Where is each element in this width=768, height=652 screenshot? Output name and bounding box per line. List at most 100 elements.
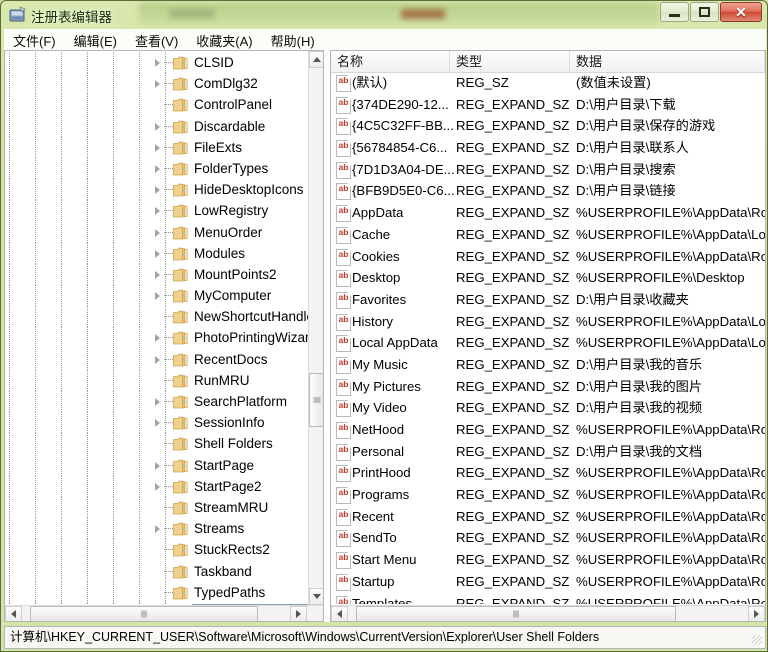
- tree-item[interactable]: RecentDocs: [5, 348, 308, 370]
- tree-item[interactable]: LowRegistry: [5, 200, 308, 222]
- expand-arrow-icon[interactable]: [155, 292, 160, 301]
- list-scroll-left-button[interactable]: [331, 606, 348, 621]
- tree-item[interactable]: Taskband: [5, 560, 308, 582]
- value-data: %USERPROFILE%\AppData\Roa: [576, 205, 765, 221]
- table-row[interactable]: My Music REG_EXPAND_SZ D:\用户目录\我的音乐: [331, 354, 765, 376]
- expand-arrow-icon[interactable]: [155, 122, 160, 131]
- expand-arrow-icon[interactable]: [155, 419, 160, 428]
- table-row[interactable]: Templates REG_EXPAND_SZ %USERPROFILE%\AppD…: [331, 593, 765, 604]
- expand-arrow-icon[interactable]: [155, 270, 160, 279]
- list-hscrollbar-thumb[interactable]: [356, 606, 676, 621]
- table-row[interactable]: History REG_EXPAND_SZ %USERPROFILE%\AppDat…: [331, 311, 765, 333]
- value-data: D:\用户目录\我的图片: [576, 378, 703, 394]
- tree-item[interactable]: HideDesktopIcons: [5, 179, 308, 201]
- tree-horizontal-scrollbar[interactable]: [5, 605, 323, 621]
- maximize-button[interactable]: [690, 2, 719, 22]
- table-row[interactable]: Local AppData REG_EXPAND_SZ %USERPROFILE%\…: [331, 332, 765, 354]
- tree-item[interactable]: SearchPlatform: [5, 391, 308, 413]
- table-row[interactable]: Programs REG_EXPAND_SZ %USERPROFILE%\AppDa…: [331, 484, 765, 506]
- expand-arrow-icon[interactable]: [155, 228, 160, 237]
- table-row[interactable]: {7D1D3A04-DE...REG_EXPAND_SZ D:\用户目录\搜索: [331, 159, 765, 181]
- tree-item[interactable]: StartPage2: [5, 475, 308, 497]
- tree-item[interactable]: MountPoints2: [5, 263, 308, 286]
- table-row[interactable]: Cookies REG_EXPAND_SZ %USERPROFILE%\AppDat…: [331, 246, 765, 268]
- tree-scroll-down-button[interactable]: [309, 588, 323, 605]
- expand-arrow-icon[interactable]: [155, 59, 160, 67]
- tree-scrollbar-thumb[interactable]: [309, 373, 323, 427]
- table-row[interactable]: {BFB9D5E0-C6...REG_EXPAND_SZ D:\用户目录\链接: [331, 180, 765, 202]
- expand-arrow-icon[interactable]: [155, 525, 160, 534]
- tree-item[interactable]: NewShortcutHandlers: [5, 306, 308, 328]
- expand-arrow-icon[interactable]: [155, 461, 160, 470]
- tree-item[interactable]: StuckRects2: [5, 539, 308, 561]
- tree-item[interactable]: PhotoPrintingWizard: [5, 327, 308, 349]
- tree-scroll-up-button[interactable]: [309, 51, 323, 68]
- list-horizontal-scrollbar[interactable]: [331, 605, 765, 621]
- tree-item[interactable]: MyComputer: [5, 285, 308, 307]
- expand-arrow-icon[interactable]: [155, 207, 160, 216]
- expand-arrow-icon[interactable]: [155, 355, 160, 364]
- menu-help[interactable]: 帮助(H): [262, 29, 324, 52]
- tree-item[interactable]: ControlPanel: [5, 94, 308, 116]
- tree-item[interactable]: CLSID: [5, 52, 308, 74]
- menu-edit[interactable]: 编辑(E): [65, 29, 126, 52]
- expand-arrow-icon[interactable]: [155, 143, 160, 152]
- column-data[interactable]: 数据: [570, 51, 765, 72]
- tree-vertical-scrollbar[interactable]: [308, 51, 323, 605]
- menu-view[interactable]: 查看(V): [126, 29, 187, 52]
- table-row[interactable]: My Pictures REG_EXPAND_SZ D:\用户目录\我的图片: [331, 376, 765, 398]
- tree-item[interactable]: StartPage: [5, 454, 308, 476]
- table-row[interactable]: AppData REG_EXPAND_SZ %USERPROFILE%\AppDat…: [331, 202, 765, 224]
- table-row[interactable]: {56784854-C6... REG_EXPAND_SZ D:\用户目录\联系人: [331, 137, 765, 159]
- tree-item[interactable]: Streams: [5, 518, 308, 540]
- table-row[interactable]: NetHood REG_EXPAND_SZ %USERPROFILE%\AppDat…: [331, 419, 765, 441]
- tree-scroll-right-button[interactable]: [290, 606, 307, 621]
- tree-item[interactable]: Shell Folders: [5, 433, 308, 455]
- tree-scroll-left-button[interactable]: [5, 606, 22, 621]
- table-row[interactable]: Desktop REG_EXPAND_SZ %USERPROFILE%\Deskto…: [331, 267, 765, 289]
- table-row[interactable]: (默认) REG_SZ (数值未设置): [331, 72, 765, 94]
- table-row[interactable]: Startup REG_EXPAND_SZ %USERPROFILE%\AppDat…: [331, 571, 765, 593]
- table-row[interactable]: {374DE290-12... REG_EXPAND_SZ D:\用户目录\下载: [331, 94, 765, 116]
- table-row[interactable]: Cache REG_EXPAND_SZ %USERPROFILE%\AppData\…: [331, 224, 765, 246]
- table-row[interactable]: {4C5C32FF-BB...REG_EXPAND_SZ D:\用户目录\保存的游…: [331, 115, 765, 137]
- menu-file[interactable]: 文件(F): [4, 29, 65, 52]
- expand-arrow-icon[interactable]: [155, 249, 160, 258]
- value-name: Recent: [352, 508, 394, 524]
- tree-item[interactable]: SessionInfo: [5, 412, 308, 434]
- list-scroll-right-button[interactable]: [748, 606, 765, 621]
- tree-item[interactable]: MenuOrder: [5, 221, 308, 243]
- tree-item[interactable]: ComDlg32: [5, 73, 308, 95]
- minimize-button[interactable]: [660, 2, 689, 22]
- tree-item[interactable]: StreamMRU: [5, 496, 308, 519]
- tree-item[interactable]: TypedPaths: [5, 581, 308, 603]
- expand-arrow-icon[interactable]: [155, 482, 160, 491]
- column-type[interactable]: 类型: [450, 51, 570, 72]
- tree-hscrollbar-thumb[interactable]: [30, 606, 258, 621]
- tree-item[interactable]: FolderTypes: [5, 157, 308, 180]
- title-bar[interactable]: 注册表编辑器 ✕: [1, 1, 767, 29]
- table-row[interactable]: PrintHood REG_EXPAND_SZ %USERPROFILE%\AppD…: [331, 462, 765, 484]
- expand-arrow-icon[interactable]: [155, 164, 160, 173]
- tree-item[interactable]: FileExts: [5, 136, 308, 158]
- string-value-icon: [336, 378, 351, 396]
- menu-favorites[interactable]: 收藏夹(A): [187, 29, 261, 52]
- expand-arrow-icon[interactable]: [155, 334, 160, 343]
- expand-arrow-icon[interactable]: [155, 398, 160, 406]
- table-row[interactable]: SendTo REG_EXPAND_SZ %USERPROFILE%\AppData…: [331, 527, 765, 549]
- resize-grip[interactable]: [752, 635, 762, 645]
- registry-tree-pane[interactable]: CLSID ComDlg32 ControlPanel Discardable File…: [4, 50, 324, 622]
- table-row[interactable]: Recent REG_EXPAND_SZ %USERPROFILE%\AppData…: [331, 506, 765, 528]
- table-row[interactable]: Start Menu REG_EXPAND_SZ %USERPROFILE%\App…: [331, 549, 765, 571]
- registry-values-pane[interactable]: 名称类型数据 (默认) REG_SZ (数值未设置) {374DE290-12... R…: [330, 50, 766, 622]
- tree-item[interactable]: Modules: [5, 242, 308, 264]
- table-row[interactable]: Personal REG_EXPAND_SZ D:\用户目录\我的文档: [331, 441, 765, 463]
- tree-item[interactable]: RunMRU: [5, 369, 308, 391]
- expand-arrow-icon[interactable]: [155, 80, 160, 89]
- table-row[interactable]: Favorites REG_EXPAND_SZ D:\用户目录\收藏夹: [331, 289, 765, 311]
- table-row[interactable]: My Video REG_EXPAND_SZ D:\用户目录\我的视频: [331, 397, 765, 419]
- column-name[interactable]: 名称: [331, 51, 450, 72]
- close-button[interactable]: ✕: [720, 2, 762, 22]
- expand-arrow-icon[interactable]: [155, 186, 160, 195]
- tree-item[interactable]: Discardable: [5, 115, 308, 137]
